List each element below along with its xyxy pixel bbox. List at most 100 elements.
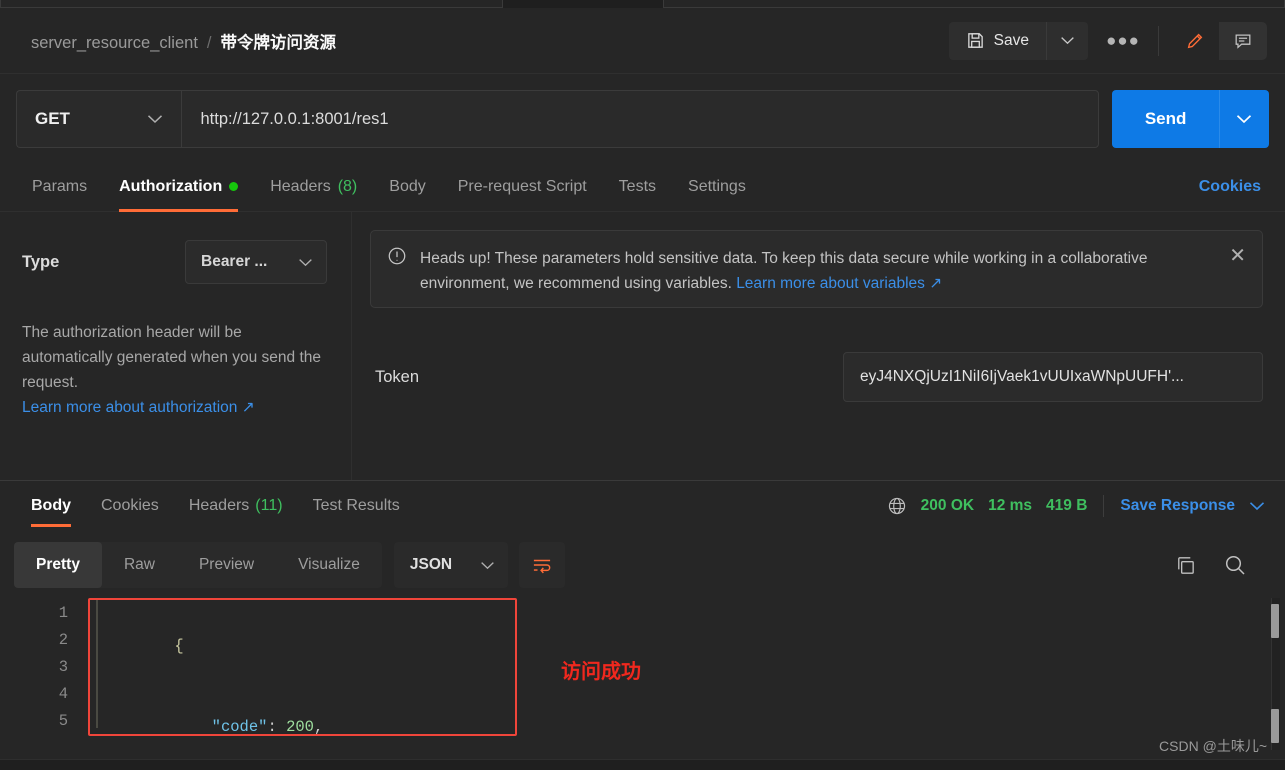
response-json-highlight-box[interactable]: { "code": 200, "data": "服务A -> 资源1", "ti… <box>88 598 517 736</box>
code-line: "code": 200, <box>211 718 324 736</box>
method-select[interactable]: GET <box>16 90 182 148</box>
tab-label: Params <box>32 177 88 195</box>
chevron-down-icon[interactable] <box>1249 501 1265 511</box>
auth-type-label: Type <box>22 252 60 271</box>
save-options-button[interactable] <box>1046 21 1088 60</box>
code-line: { <box>100 606 515 687</box>
view-mode-pretty[interactable]: Pretty <box>14 542 102 588</box>
auth-description-text: The authorization header will be automat… <box>22 324 322 392</box>
pencil-icon <box>1185 31 1205 51</box>
send-button[interactable]: Send <box>1112 90 1219 148</box>
view-mode-preview[interactable]: Preview <box>177 542 276 588</box>
window-tab-strip <box>0 0 1285 8</box>
tab-label: Cookies <box>101 497 159 514</box>
send-button-group: Send <box>1112 90 1269 148</box>
json-open-brace: { <box>174 637 184 655</box>
tab-label: Headers <box>188 497 250 514</box>
comments-button[interactable] <box>1219 22 1267 60</box>
auth-detail-column: Heads up! These parameters hold sensitiv… <box>352 212 1285 480</box>
code-fold-rail <box>96 600 98 728</box>
tab-headers[interactable]: Headers (8) <box>254 162 373 212</box>
token-row: Token eyJ4NXQjUzI1NiI6IjVaek1vUUIxaWNpUU… <box>370 352 1263 402</box>
line-number: 4 <box>58 685 68 703</box>
response-tab-cookies[interactable]: Cookies <box>86 481 174 531</box>
chevron-down-icon <box>480 561 495 570</box>
tab-params[interactable]: Params <box>16 162 103 212</box>
response-tab-test-results[interactable]: Test Results <box>298 481 415 531</box>
horizontal-scrollbar[interactable] <box>0 759 1285 770</box>
request-tabs: Params Authorization Headers (8) Body Pr… <box>0 162 1285 212</box>
response-body-viewer: 1 2 3 4 5 { "code": 200, "data": "服务A ->… <box>0 594 1285 760</box>
send-options-button[interactable] <box>1218 90 1269 148</box>
more-actions-button[interactable]: ●●● <box>1100 22 1146 60</box>
chevron-down-icon <box>1236 114 1252 124</box>
tab-authorization[interactable]: Authorization <box>103 162 254 212</box>
save-button-label: Save <box>993 31 1029 49</box>
floppy-disk-icon <box>966 31 985 50</box>
auth-learn-more-link[interactable]: Learn more about authorization ↗ <box>22 399 255 416</box>
comment-icon <box>1233 31 1253 51</box>
response-tabs: Body Cookies Headers (11) Test Results 2… <box>0 481 1285 531</box>
view-mode-raw[interactable]: Raw <box>102 542 177 588</box>
line-number-gutter: 1 2 3 4 5 <box>38 600 68 735</box>
line-number: 1 <box>58 604 68 622</box>
response-meta: 200 OK 12 ms 419 B Save Response <box>887 495 1265 517</box>
tab-seam-right[interactable] <box>663 0 1285 8</box>
token-label: Token <box>375 367 420 386</box>
tab-badge: (8) <box>337 177 358 195</box>
breadcrumb-request-name[interactable]: 带令牌访问资源 <box>221 29 337 53</box>
view-mode-visualize[interactable]: Visualize <box>276 542 382 588</box>
warning-circle-icon <box>387 246 407 266</box>
response-scrollbar-thumb-upper[interactable] <box>1271 604 1279 638</box>
json-value-code: 200 <box>286 718 314 736</box>
response-tools <box>1174 553 1247 577</box>
save-response-button[interactable]: Save Response <box>1120 497 1235 515</box>
response-format-value: JSON <box>409 556 453 573</box>
method-value: GET <box>35 109 70 128</box>
edit-request-button[interactable] <box>1171 21 1219 60</box>
search-icon[interactable] <box>1223 553 1247 577</box>
response-format-select[interactable]: JSON <box>393 542 508 588</box>
header-divider <box>1158 25 1159 56</box>
json-key-code: "code" <box>211 718 268 736</box>
authorization-panel: Type Bearer ... The authorization header… <box>0 212 1285 480</box>
response-view-modes: Pretty Raw Preview Visualize <box>14 542 382 588</box>
breadcrumb: server_resource_client / 带令牌访问资源 <box>31 29 336 53</box>
line-number: 2 <box>58 631 68 649</box>
response-tab-headers[interactable]: Headers (11) <box>174 481 298 531</box>
url-input[interactable]: http://127.0.0.1:8001/res1 <box>181 90 1100 148</box>
tab-label: Body <box>31 497 71 514</box>
cookies-link[interactable]: Cookies <box>1199 178 1261 196</box>
response-view-toolbar: Pretty Raw Preview Visualize JSON <box>14 538 1271 592</box>
globe-icon <box>887 496 907 516</box>
url-bar: GET http://127.0.0.1:8001/res1 Send <box>16 90 1269 148</box>
tab-label: Pre-request Script <box>457 177 587 195</box>
line-number: 5 <box>58 712 68 730</box>
sensitive-data-notice: Heads up! These parameters hold sensitiv… <box>370 230 1263 308</box>
url-value: http://127.0.0.1:8001/res1 <box>200 109 389 128</box>
word-wrap-button[interactable] <box>518 542 565 588</box>
copy-icon[interactable] <box>1174 554 1197 577</box>
tab-pre-request-script[interactable]: Pre-request Script <box>442 162 603 212</box>
line-number: 3 <box>58 658 68 676</box>
tab-body[interactable]: Body <box>373 162 441 212</box>
tab-settings[interactable]: Settings <box>672 162 762 212</box>
annotation-label: 访问成功 <box>561 661 641 683</box>
header-actions: Save ●●● <box>948 21 1267 60</box>
token-input[interactable]: eyJ4NXQjUzI1NiI6IjVaek1vUUIxaWNpUUFH'... <box>843 352 1263 402</box>
word-wrap-icon <box>531 556 553 574</box>
save-button[interactable]: Save <box>948 21 1046 60</box>
auth-type-select[interactable]: Bearer ... <box>185 240 327 284</box>
breadcrumb-collection[interactable]: server_resource_client <box>31 34 198 53</box>
close-icon[interactable]: ✕ <box>1223 246 1246 266</box>
watermark: CSDN @土味儿~ <box>1159 738 1267 754</box>
notice-learn-more-link[interactable]: Learn more about variables ↗ <box>736 275 942 292</box>
response-tab-body[interactable]: Body <box>16 481 86 531</box>
tab-seam-left[interactable] <box>0 0 503 8</box>
response-size: 419 B <box>1046 497 1088 514</box>
tab-tests[interactable]: Tests <box>603 162 672 212</box>
response-scrollbar-thumb-lower[interactable] <box>1271 709 1279 743</box>
meta-divider <box>1103 495 1105 517</box>
status-code: 200 OK <box>920 497 975 514</box>
json-comma: , <box>313 718 324 736</box>
